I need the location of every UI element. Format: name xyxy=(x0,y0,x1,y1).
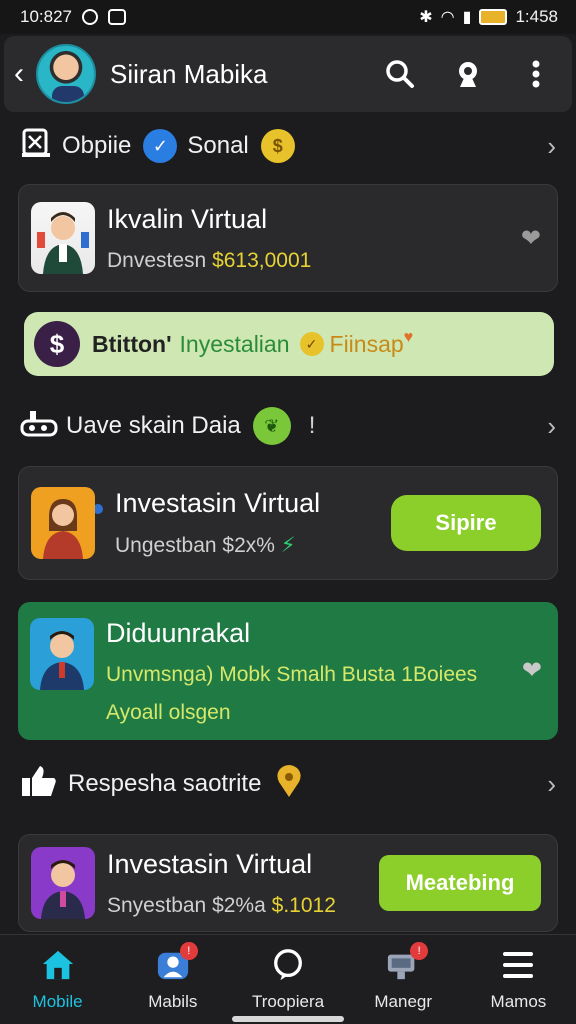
card-title: Investasin Virtual xyxy=(115,488,321,518)
home-indicator[interactable] xyxy=(232,1016,344,1022)
card-subtitle: Ungestban $2x% ⚡ xyxy=(115,534,296,557)
status-time-right: 1:458 xyxy=(515,7,558,26)
action-button[interactable]: Sipire xyxy=(391,495,541,551)
nav-label: Troopiera xyxy=(251,991,325,1011)
manager-icon: ! xyxy=(386,941,429,982)
profile-icon[interactable] xyxy=(452,58,484,90)
promo-text-3: Fiinsap xyxy=(329,330,404,357)
section-label: Uave skain Daia xyxy=(66,412,241,439)
heart-icon[interactable]: ❤ xyxy=(522,656,542,685)
card-title: Investasin Virtual xyxy=(107,848,313,879)
avatar[interactable] xyxy=(36,44,96,104)
investment-card-3[interactable]: Investasin Virtual Snyestban $2%a $.1012… xyxy=(18,834,558,932)
person-avatar-icon xyxy=(31,847,95,919)
notification-badge: ! xyxy=(410,941,429,960)
investment-card-1[interactable]: Ikvalin Virtual Dnvestesn $613,0001 ❤ xyxy=(18,184,558,292)
section-label-a: Obpiie xyxy=(62,132,132,159)
verified-icon: ✓ xyxy=(143,129,178,163)
chat-icon xyxy=(271,948,305,982)
promo-text-1: Btitton' xyxy=(92,330,172,357)
highlight-card[interactable]: Diduunrakal Unvmsnga) Mobk Smalh Busta 1… xyxy=(18,602,558,740)
bottom-navigation: Mobile ! Mabils Troopiera ! Manegr Mamos xyxy=(0,934,576,1024)
tools-icon xyxy=(20,407,58,446)
bluetooth-icon: ✱ xyxy=(419,9,433,26)
profile-icon: ! xyxy=(156,941,198,982)
more-vertical-icon[interactable] xyxy=(520,58,552,90)
camera-icon xyxy=(82,9,98,25)
nav-item-mamos[interactable]: Mamos xyxy=(461,935,576,1024)
nav-item-mobile[interactable]: Mobile xyxy=(0,935,115,1024)
coin-icon: $ xyxy=(260,129,295,163)
signal-icon: ▮ xyxy=(462,9,472,26)
section-label-b: Sonal xyxy=(187,132,249,159)
nav-label: Mobile xyxy=(32,991,83,1011)
chevron-right-icon[interactable]: › xyxy=(547,411,556,442)
person-avatar-icon xyxy=(31,487,95,559)
notification-badge: ! xyxy=(179,941,198,960)
document-icon xyxy=(20,127,52,166)
section-header-response[interactable]: Respesha saotrite › xyxy=(20,762,556,806)
person-avatar-icon xyxy=(30,618,94,690)
card-subtitle: Dnvestesn $613,0001 xyxy=(107,248,312,272)
section-header-data[interactable]: Uave skain Daia ❦ ǃ › xyxy=(20,404,556,448)
search-icon[interactable] xyxy=(384,58,416,90)
page-title: Siiran Mabika xyxy=(110,58,268,89)
location-pin-icon xyxy=(275,764,303,805)
section-label: Respesha saotrite xyxy=(68,770,262,797)
card-subtitle-2: Ayoall olsgen xyxy=(106,701,231,724)
home-icon xyxy=(41,948,75,982)
heart-icon: ♥ xyxy=(403,329,414,346)
nav-label: Mabils xyxy=(148,991,198,1011)
nav-item-manegr[interactable]: ! Manegr xyxy=(346,935,461,1024)
section-header-social[interactable]: Obpiie ✓ Sonal $ › xyxy=(20,124,556,168)
card-subtitle: Snyestban $2%a $.1012 xyxy=(107,893,336,917)
dollar-icon: $ xyxy=(34,321,80,367)
status-time: 10:827 xyxy=(20,7,72,26)
menu-icon xyxy=(501,948,535,982)
heart-icon[interactable]: ❤ xyxy=(521,224,541,253)
card-subtitle-1: Unvmsnga) Mobk Smalh Busta 1Boiees xyxy=(106,663,478,686)
back-arrow-icon[interactable]: ‹ xyxy=(14,57,32,91)
chevron-right-icon[interactable]: › xyxy=(547,131,556,162)
info-icon: ǃ xyxy=(308,412,316,439)
wifi-icon: ◠ xyxy=(440,9,455,26)
coin-icon: ✓ xyxy=(299,332,324,356)
nav-item-troopiera[interactable]: Troopiera xyxy=(230,935,345,1024)
chevron-right-icon[interactable]: › xyxy=(547,769,556,800)
status-bar: 10:827 ✱ ◠ ▮ 1:458 xyxy=(0,0,576,34)
promo-text-2: Inyestalian xyxy=(179,330,290,357)
battery-icon xyxy=(479,9,508,25)
notification-icon xyxy=(108,9,126,25)
person-avatar-icon xyxy=(31,202,95,274)
nav-item-mabils[interactable]: ! Mabils xyxy=(115,935,230,1024)
card-title: Ikvalin Virtual xyxy=(107,203,268,234)
nav-label: Manegr xyxy=(374,991,433,1011)
leaf-icon: ❦ xyxy=(252,407,291,445)
investment-card-2[interactable]: Investasin Virtual Ungestban $2x% ⚡ Sipi… xyxy=(18,466,558,580)
thumbs-up-icon xyxy=(20,764,58,805)
nav-label: Mamos xyxy=(490,991,547,1011)
card-title: Diduunrakal xyxy=(106,618,251,648)
action-button[interactable]: Meatebing xyxy=(379,855,541,911)
app-header: ‹ Siiran Mabika xyxy=(4,36,572,112)
promo-banner[interactable]: $ Btitton' Inyestalian ✓ Fiinsap ♥ xyxy=(24,312,554,376)
